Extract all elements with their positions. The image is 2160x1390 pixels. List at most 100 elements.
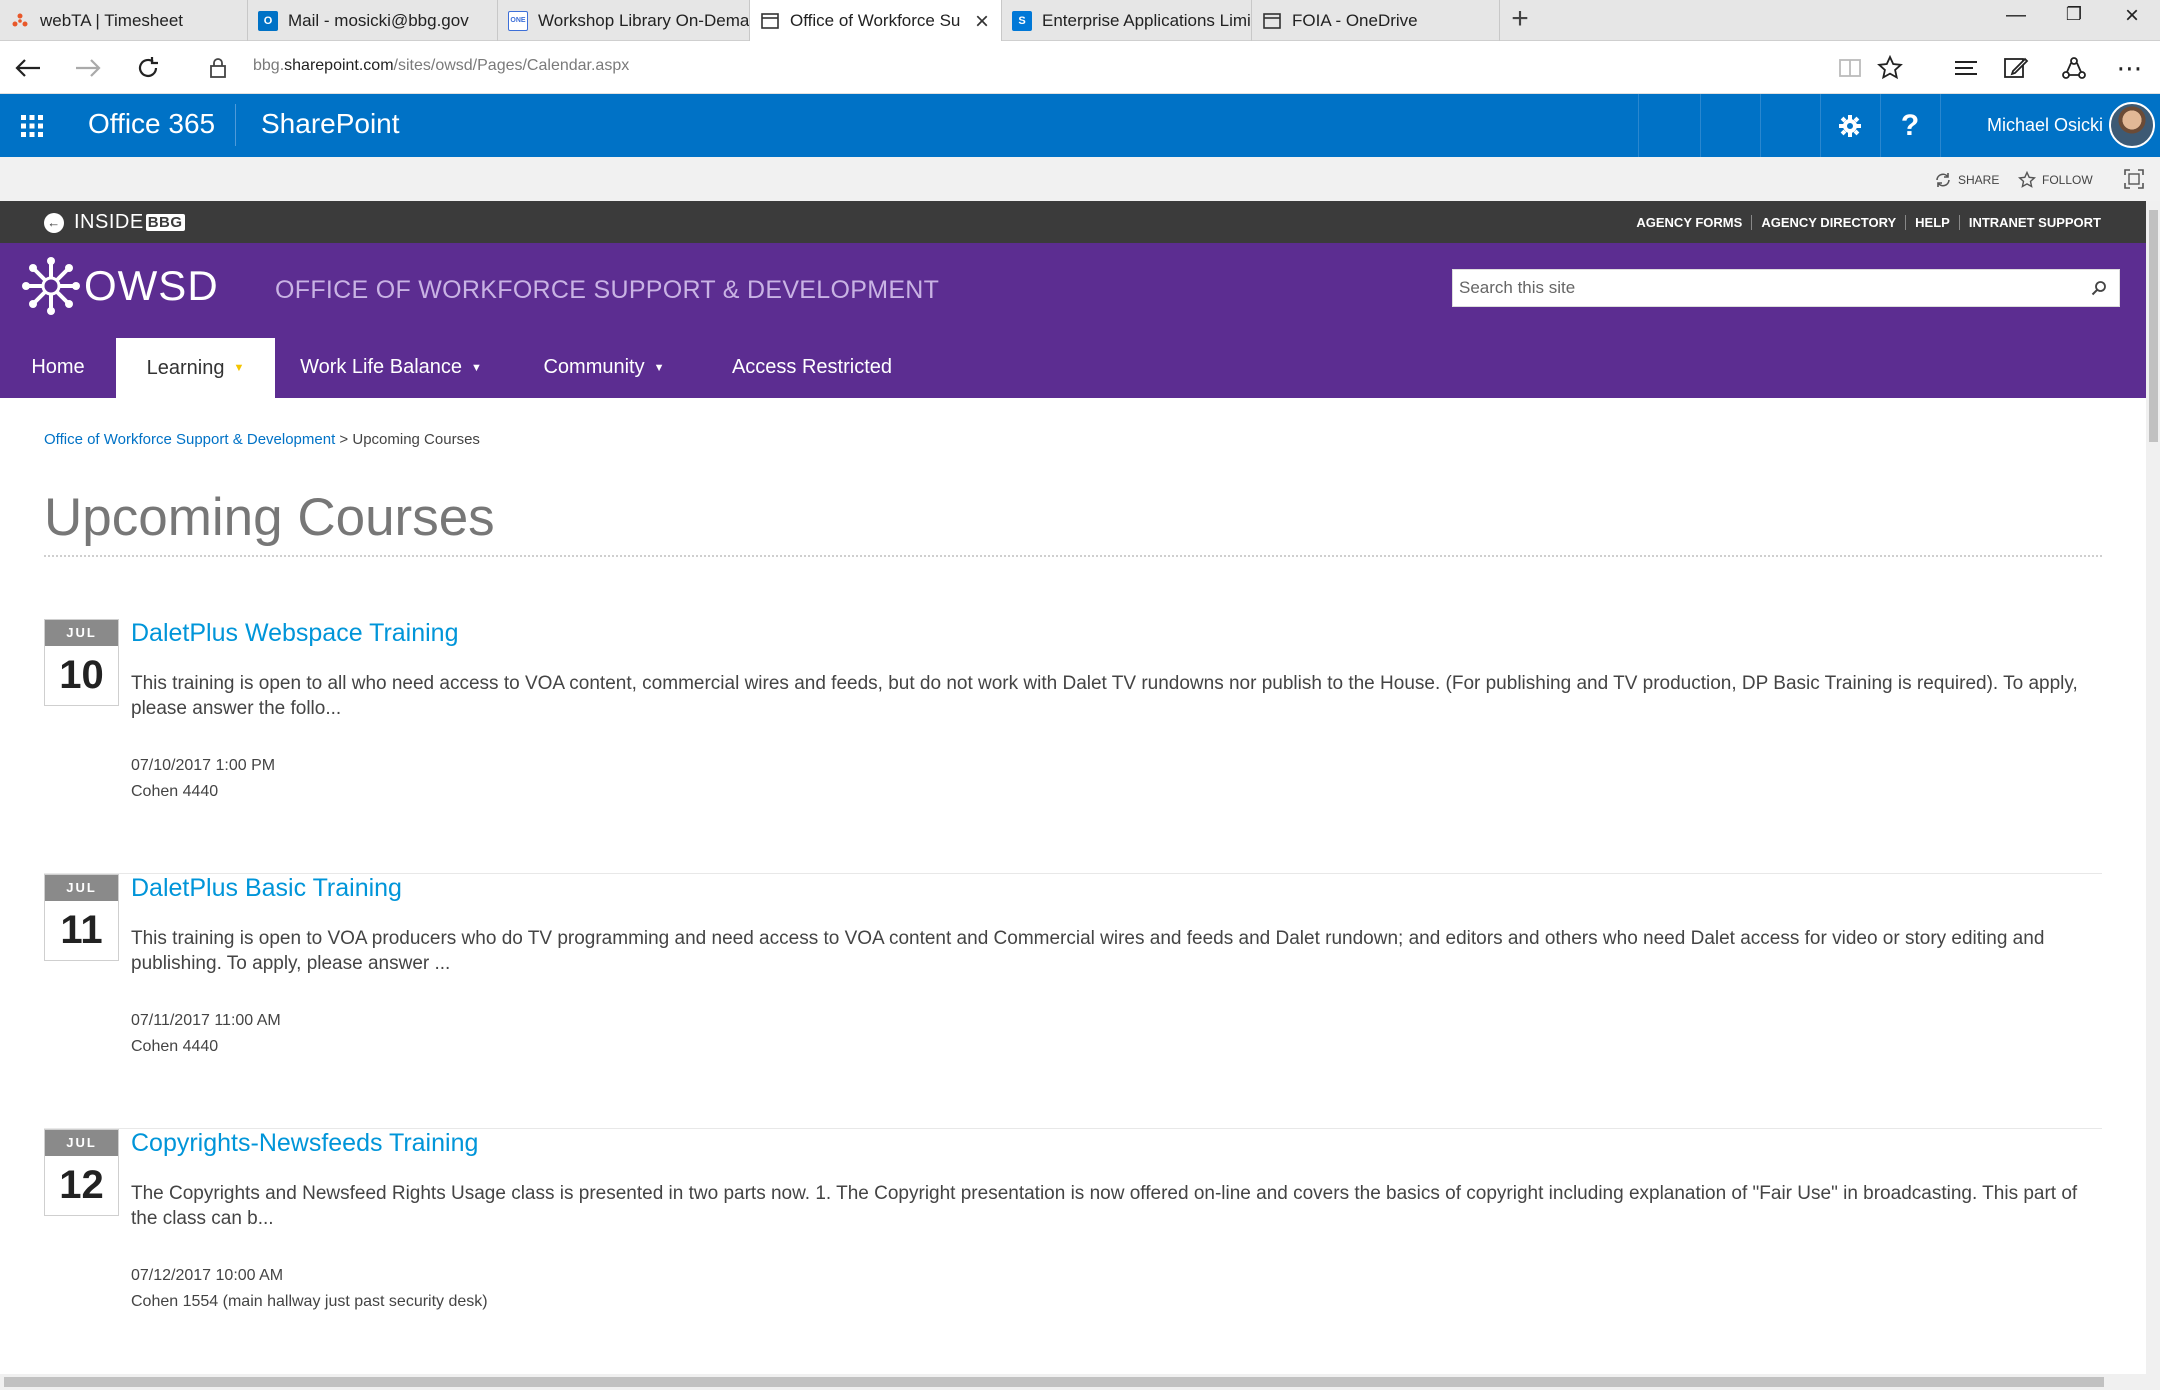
browser-tab-workshop[interactable]: ONE Workshop Library On-Demand bbox=[498, 0, 750, 41]
minimize-icon[interactable]: — bbox=[1996, 4, 2036, 27]
global-links: AGENCY FORMS AGENCY DIRECTORY HELP INTRA… bbox=[1627, 215, 2110, 230]
inside-bbg-logo[interactable]: ← INSIDE BBG bbox=[44, 211, 185, 234]
event-date-badge: JUL 12 bbox=[44, 1129, 119, 1216]
event-item: JUL 10 DaletPlus Webspace Training This … bbox=[44, 619, 2102, 874]
browser-tab-foia[interactable]: FOIA - OneDrive bbox=[1252, 0, 1500, 41]
event-date-badge: JUL 11 bbox=[44, 874, 119, 961]
share-page-button[interactable]: SHARE bbox=[1934, 171, 1999, 189]
user-name[interactable]: Michael Osicki bbox=[1987, 115, 2103, 136]
breadcrumb-separator: > bbox=[339, 431, 349, 448]
avatar[interactable] bbox=[2109, 102, 2155, 148]
event-day: 12 bbox=[59, 1163, 104, 1207]
breadcrumb-current: Upcoming Courses bbox=[352, 431, 480, 448]
browser-tab-title: webTA | Timesheet bbox=[40, 10, 183, 30]
nav-label: Community bbox=[543, 356, 645, 378]
forward-arrow-icon[interactable] bbox=[70, 51, 106, 85]
url-domain: sharepoint.com bbox=[284, 57, 394, 74]
focus-content-icon[interactable] bbox=[2124, 169, 2150, 189]
web-note-icon[interactable] bbox=[1998, 51, 2034, 85]
browser-tab-title: Mail - mosicki@bbg.gov bbox=[288, 10, 469, 30]
reading-view-icon[interactable] bbox=[1832, 51, 1868, 85]
close-window-icon[interactable]: × bbox=[2112, 2, 2152, 30]
browser-tab-title: FOIA - OneDrive bbox=[1292, 10, 1418, 30]
hub-icon[interactable] bbox=[1948, 51, 1984, 85]
caret-down-icon: ▼ bbox=[471, 361, 482, 374]
event-datetime: 07/10/2017 1:00 PM bbox=[131, 757, 276, 774]
follow-star-icon bbox=[2018, 171, 2036, 188]
event-title-link[interactable]: DaletPlus Basic Training bbox=[131, 874, 402, 903]
browser-tab-title: Workshop Library On-Demand bbox=[538, 10, 750, 30]
browser-tab-strip: webTA | Timesheet O Mail - mosicki@bbg.g… bbox=[0, 0, 2160, 42]
event-datetime: 07/11/2017 11:00 AM bbox=[131, 1012, 281, 1029]
event-description: This training is open to VOA producers w… bbox=[131, 928, 2045, 974]
event-month: JUL bbox=[45, 875, 118, 901]
share-label: SHARE bbox=[1958, 173, 2000, 187]
sharepoint-app-title[interactable]: SharePoint bbox=[261, 108, 400, 140]
office365-brand[interactable]: Office 365 bbox=[88, 108, 215, 140]
event-title-link[interactable]: DaletPlus Webspace Training bbox=[131, 619, 459, 648]
nav-learning[interactable]: Learning ▼ bbox=[116, 338, 275, 398]
snowflake-logo-icon bbox=[22, 257, 80, 315]
address-bar-url[interactable]: bbg.sharepoint.com/sites/owsd/Pages/Cale… bbox=[253, 57, 629, 75]
page-title: Upcoming Courses bbox=[44, 488, 495, 547]
suite-separator bbox=[1940, 94, 1941, 157]
agency-forms-link[interactable]: AGENCY FORMS bbox=[1627, 215, 1751, 230]
sharepoint-ribbon: SHARE FOLLOW bbox=[0, 157, 2160, 201]
agency-directory-link[interactable]: AGENCY DIRECTORY bbox=[1751, 215, 1905, 230]
back-arrow-icon[interactable] bbox=[10, 51, 46, 85]
settings-gear-icon[interactable] bbox=[1821, 94, 1879, 157]
sharepoint-icon: S bbox=[1012, 10, 1032, 31]
site-title[interactable]: OFFICE OF WORKFORCE SUPPORT & DEVELOPMEN… bbox=[275, 276, 939, 305]
event-date-badge: JUL 10 bbox=[44, 619, 119, 706]
nav-label: Learning bbox=[146, 356, 225, 379]
page-icon bbox=[1262, 11, 1282, 31]
event-title-link[interactable]: Copyrights-Newsfeeds Training bbox=[131, 1129, 478, 1158]
breadcrumb: Office of Workforce Support & Developmen… bbox=[44, 431, 480, 448]
intranet-support-link[interactable]: INTRANET SUPPORT bbox=[1958, 215, 2110, 230]
browser-tab-mail[interactable]: O Mail - mosicki@bbg.gov bbox=[248, 0, 498, 41]
close-tab-icon[interactable]: × bbox=[975, 8, 989, 36]
help-link[interactable]: HELP bbox=[1905, 215, 1959, 230]
nav-home[interactable]: Home bbox=[0, 337, 116, 398]
search-input[interactable] bbox=[1453, 270, 2079, 306]
app-launcher-icon[interactable] bbox=[0, 94, 63, 157]
nav-access-restricted[interactable]: Access Restricted bbox=[701, 337, 923, 398]
owsd-logo[interactable]: OWSD bbox=[22, 257, 219, 315]
browser-toolbar: bbg.sharepoint.com/sites/owsd/Pages/Cale… bbox=[0, 41, 2160, 94]
nav-community[interactable]: Community ▼ bbox=[507, 337, 701, 398]
vertical-scrollbar-thumb[interactable] bbox=[2149, 210, 2158, 442]
follow-label: FOLLOW bbox=[2042, 173, 2093, 187]
site-header: OWSD OFFICE OF WORKFORCE SUPPORT & DEVEL… bbox=[0, 243, 2146, 337]
browser-tab-owsd[interactable]: Office of Workforce Support × bbox=[750, 0, 1002, 42]
restore-icon[interactable]: ❐ bbox=[2054, 4, 2094, 25]
suite-separator bbox=[1700, 94, 1701, 157]
event-month: JUL bbox=[45, 1130, 118, 1156]
share-icon[interactable] bbox=[2056, 51, 2092, 85]
event-item: JUL 11 DaletPlus Basic Training This tra… bbox=[44, 874, 2102, 1129]
caret-down-icon: ▼ bbox=[233, 362, 245, 374]
horizontal-scrollbar-thumb[interactable] bbox=[4, 1377, 2104, 1387]
event-description: This training is open to all who need ac… bbox=[131, 673, 2078, 719]
event-datetime: 07/12/2017 10:00 AM bbox=[131, 1267, 284, 1284]
breadcrumb-parent-link[interactable]: Office of Workforce Support & Developmen… bbox=[44, 431, 335, 448]
browser-tab-enterprise[interactable]: S Enterprise Applications Limi bbox=[1002, 0, 1252, 41]
bbg-label: BBG bbox=[145, 214, 185, 231]
event-day: 11 bbox=[60, 908, 103, 952]
office365-suite-bar: Office 365 SharePoint ? Michael Osicki bbox=[0, 94, 2160, 157]
refresh-icon[interactable] bbox=[130, 51, 166, 85]
browser-tab-webta[interactable]: webTA | Timesheet bbox=[0, 0, 248, 41]
suite-separator bbox=[1760, 94, 1761, 157]
more-options-icon[interactable]: ⋯ bbox=[2112, 51, 2148, 85]
nav-work-life-balance[interactable]: Work Life Balance ▼ bbox=[275, 337, 507, 398]
url-prefix: bbg. bbox=[253, 57, 285, 74]
favorite-star-icon[interactable] bbox=[1872, 51, 1908, 85]
event-item: JUL 12 Copyrights-Newsfeeds Training The… bbox=[44, 1129, 2102, 1384]
back-circle-icon: ← bbox=[44, 212, 64, 233]
suite-separator bbox=[1638, 94, 1639, 157]
help-icon[interactable]: ? bbox=[1881, 94, 1939, 157]
search-icon[interactable] bbox=[2079, 270, 2119, 306]
follow-page-button[interactable]: FOLLOW bbox=[2018, 171, 2093, 189]
new-tab-button[interactable]: + bbox=[1505, 2, 1535, 38]
event-month: JUL bbox=[45, 620, 118, 646]
caret-down-icon: ▼ bbox=[653, 361, 665, 374]
